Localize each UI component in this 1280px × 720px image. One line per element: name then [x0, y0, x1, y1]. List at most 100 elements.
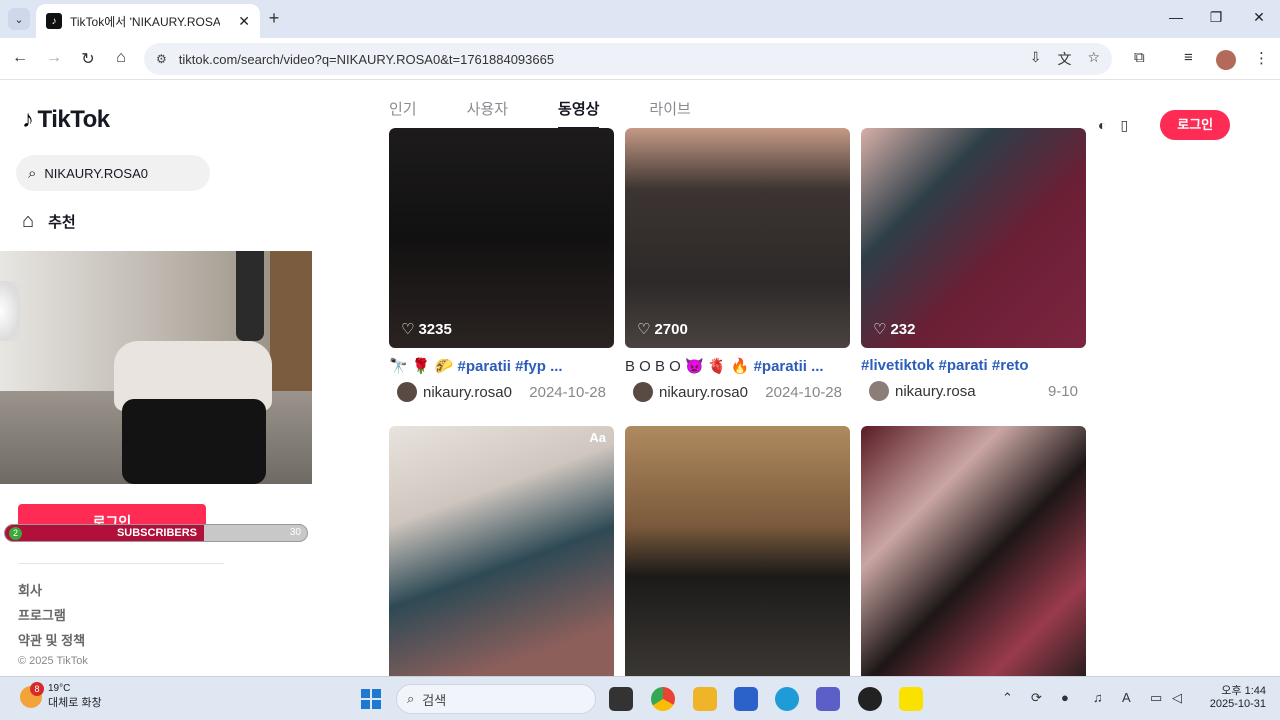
video-thumbnail[interactable]: ♡ 3235: [389, 128, 614, 348]
window-close-icon[interactable]: ✕: [1249, 9, 1269, 26]
sidebar-item-foryou[interactable]: ⌂ 추천: [22, 210, 76, 233]
browser-menu-icon[interactable]: ⋮: [1254, 49, 1269, 67]
taskbar-clock[interactable]: 오후 1:44 2025-10-31: [1200, 682, 1266, 710]
sun-icon: 8: [20, 681, 44, 708]
clock-time: 오후 1:44: [1221, 685, 1266, 697]
post-date: 2024-10-28: [765, 383, 842, 401]
get-app-icon[interactable]: ▯: [1120, 117, 1128, 134]
heart-icon: ♡: [637, 321, 651, 338]
tray-app-icon[interactable]: ●: [1061, 690, 1069, 705]
tab-live[interactable]: 라이브: [649, 98, 690, 129]
video-caption[interactable]: 🔭 🌹 🌮 #paratii #fyp ...: [389, 357, 614, 375]
network-icon[interactable]: ▭: [1150, 690, 1162, 706]
tab-videos[interactable]: 동영상: [558, 98, 600, 129]
video-caption[interactable]: B O B O 👿 🫀 🔥 #paratii ...: [625, 357, 850, 375]
weather-desc: 대체로 화창: [48, 697, 102, 709]
windows-start-icon[interactable]: [361, 689, 381, 709]
clock-date: 2025-10-31: [1209, 698, 1266, 710]
input-method-icon[interactable]: A: [1122, 690, 1131, 705]
tab-close-icon[interactable]: ✕: [238, 13, 250, 30]
site-info-icon[interactable]: ⚙: [156, 52, 167, 66]
file-explorer-icon[interactable]: [693, 687, 717, 711]
media-control-icon[interactable]: ≡: [1184, 49, 1193, 66]
search-icon: ⌕: [28, 164, 37, 182]
store-icon[interactable]: [734, 687, 758, 711]
obs-icon[interactable]: [858, 687, 882, 711]
caption-tags[interactable]: #paratii #fyp ...: [458, 358, 563, 375]
like-value: 2700: [654, 320, 688, 338]
home-icon[interactable]: ⌂: [111, 49, 131, 67]
video-card[interactable]: ♡ 232 #livetiktok #parati #reto nikaury.r…: [861, 128, 1086, 401]
author-name: nikaury.rosa: [895, 382, 976, 400]
taskbar-search-placeholder: 검색: [422, 692, 447, 708]
weather-temp: 19°C: [48, 683, 71, 694]
post-date: 9-10: [1047, 382, 1078, 400]
kakaotalk-icon[interactable]: [899, 687, 923, 711]
bookmark-star-icon[interactable]: ☆: [1087, 49, 1100, 69]
browser-tab[interactable]: ♪ TikTok에서 'NIKAURY.ROSA0' 검색 ✕: [36, 4, 260, 38]
profile-avatar[interactable]: [1216, 50, 1236, 70]
reload-icon[interactable]: ↻: [78, 49, 98, 69]
author-row[interactable]: nikaury.rosa 9-10: [861, 381, 1086, 401]
author-row[interactable]: nikaury.rosa0 2024-10-28: [625, 382, 850, 402]
restore-icon[interactable]: ❐: [1206, 9, 1226, 26]
tiktok-logo[interactable]: ♪ TikTok: [22, 106, 110, 134]
dark-mode-icon[interactable]: ◐: [1098, 117, 1106, 133]
back-icon[interactable]: ←: [10, 49, 30, 67]
minimize-icon[interactable]: —: [1166, 9, 1186, 25]
post-date: 2024-10-28: [529, 383, 606, 401]
microphone-icon[interactable]: ♫: [1093, 690, 1103, 705]
tiktok-favicon-icon: ♪: [46, 13, 62, 29]
task-view-icon[interactable]: [609, 687, 633, 711]
video-caption[interactable]: #livetiktok #parati #reto: [861, 357, 1086, 374]
tray-sync-icon[interactable]: ⟳: [1031, 690, 1042, 706]
sidebar-divider: [18, 563, 224, 564]
author-row[interactable]: nikaury.rosa0 2024-10-28: [389, 382, 614, 402]
url-text: tiktok.com/search/video?q=NIKAURY.ROSA0&…: [178, 51, 555, 67]
taskbar-search[interactable]: ⌕ 검색: [396, 684, 596, 714]
translate-icon[interactable]: 文: [1057, 49, 1071, 69]
video-thumbnail[interactable]: ♡ 232: [861, 128, 1086, 348]
like-count: ♡ 232: [873, 320, 915, 339]
extensions-icon[interactable]: ⧉: [1134, 49, 1145, 66]
sidebar-item-label: 추천: [48, 214, 76, 231]
author-name: nikaury.rosa0: [659, 383, 748, 401]
footer-link-terms[interactable]: 약관 및 정책: [18, 630, 85, 649]
text-overlay-label: Aa: [589, 430, 606, 445]
install-app-icon[interactable]: ⇩: [1030, 49, 1042, 69]
caption-tags[interactable]: #paratii ...: [754, 358, 824, 375]
heart-icon: ♡: [401, 321, 415, 338]
video-thumbnail[interactable]: ♡ 2700: [625, 128, 850, 348]
new-tab-icon[interactable]: +: [264, 8, 284, 29]
author-avatar: [397, 382, 417, 402]
video-card[interactable]: ♡ 3235 🔭 🌹 🌮 #paratii #fyp ... nikaury.ro…: [389, 128, 614, 402]
teams-icon[interactable]: [816, 687, 840, 711]
house-icon: ⌂: [22, 210, 35, 232]
url-field[interactable]: ⚙ tiktok.com/search/video?q=NIKAURY.ROSA…: [144, 43, 1112, 75]
search-tabs: 인기 사용자 동영상 라이브: [389, 98, 741, 129]
like-count: ♡ 3235: [401, 320, 452, 339]
weather-widget[interactable]: 8 19°C 대체로 화창: [20, 681, 102, 710]
video-thumbnail[interactable]: [861, 426, 1086, 676]
video-thumbnail[interactable]: [625, 426, 850, 676]
caption-tags[interactable]: #livetiktok #parati #reto: [861, 357, 1029, 374]
tab-top[interactable]: 인기: [389, 98, 417, 129]
forward-icon[interactable]: →: [44, 49, 64, 67]
tab-users[interactable]: 사용자: [467, 98, 508, 129]
volume-icon[interactable]: ◁: [1172, 690, 1182, 706]
edge-icon[interactable]: [775, 687, 799, 711]
video-thumbnail[interactable]: Aa: [389, 426, 614, 676]
heart-icon: ♡: [873, 321, 887, 338]
caption-emojis: B O B O 👿 🫀 🔥: [625, 358, 754, 375]
search-value: NIKAURY.ROSA0: [44, 165, 148, 181]
tray-overflow-icon[interactable]: ⌃: [1002, 690, 1013, 706]
tab-search-chevron-icon[interactable]: ⌄: [8, 8, 30, 30]
search-input[interactable]: ⌕ NIKAURY.ROSA0: [16, 155, 210, 191]
chrome-icon[interactable]: [651, 687, 675, 711]
tiktok-note-icon: ♪: [22, 106, 34, 133]
video-card[interactable]: ♡ 2700 B O B O 👿 🫀 🔥 #paratii ... nikaury…: [625, 128, 850, 402]
header-login-button[interactable]: 로그인: [1160, 110, 1231, 140]
footer-link-program[interactable]: 프로그램: [18, 605, 66, 624]
author-avatar: [633, 382, 653, 402]
footer-link-company[interactable]: 회사: [18, 580, 42, 599]
